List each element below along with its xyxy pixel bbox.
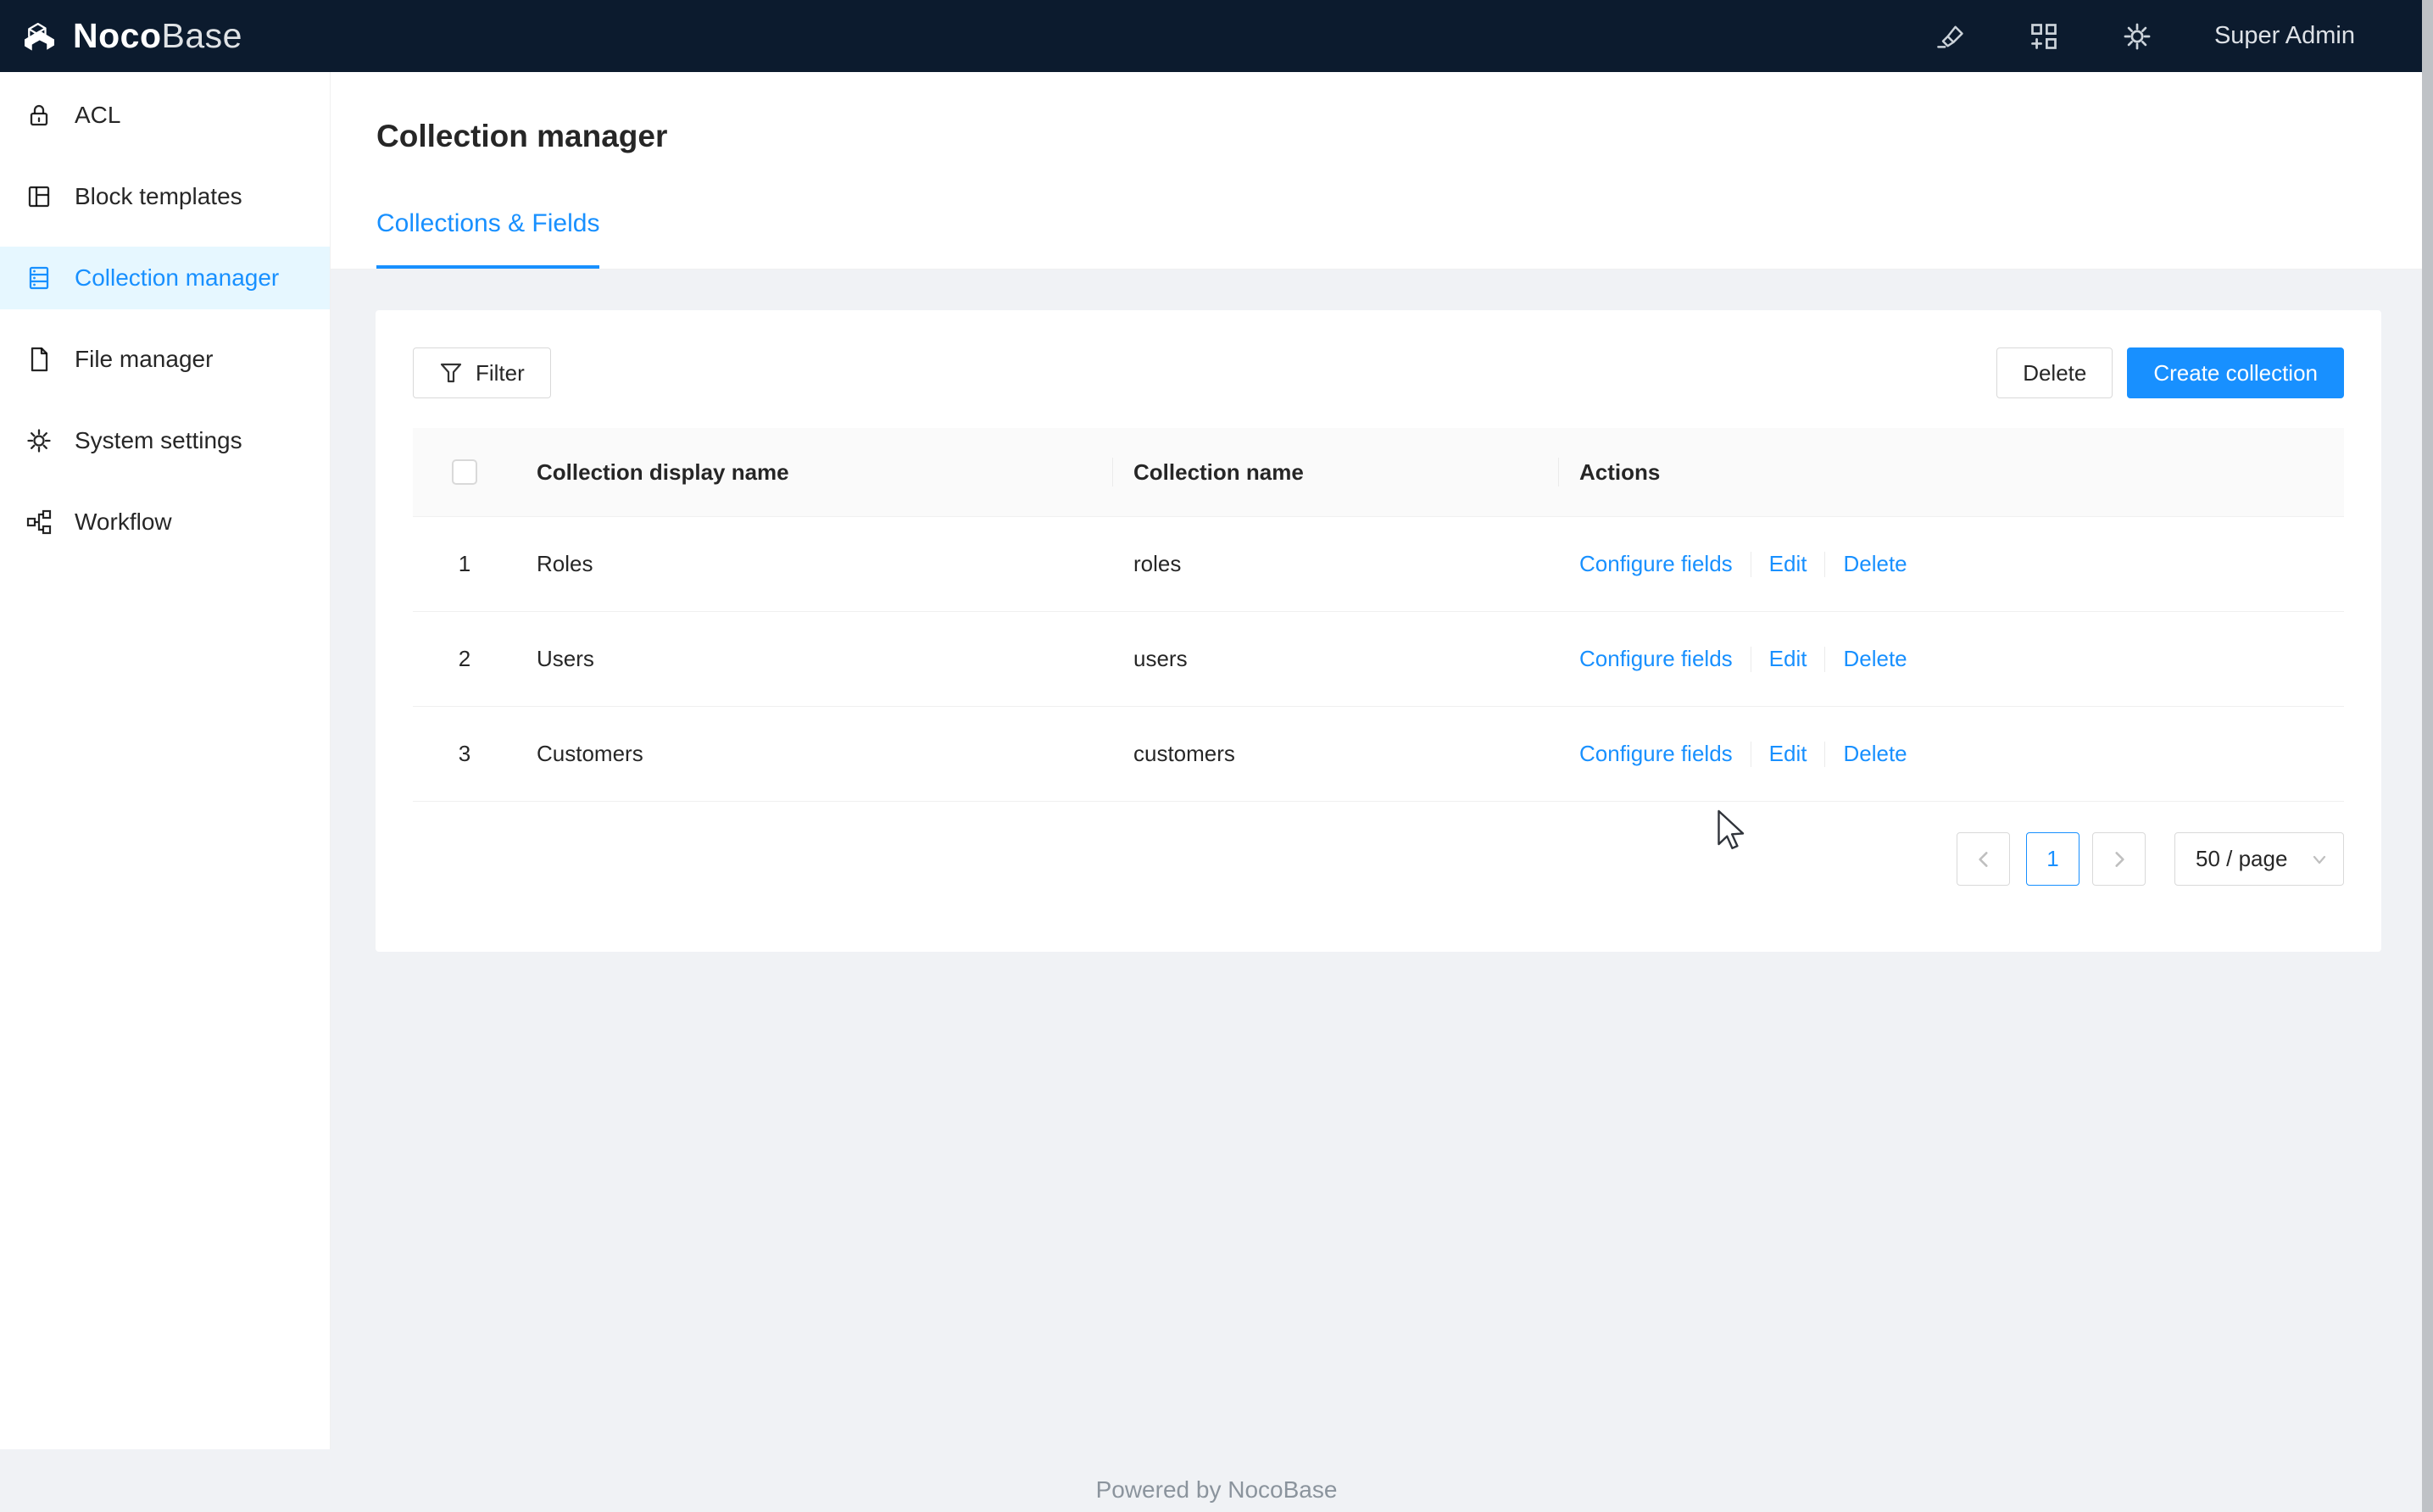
brand-name-bold: Noco — [73, 16, 162, 55]
footer-text: Powered by NocoBase — [0, 1476, 2433, 1504]
sidebar-item-label: System settings — [75, 427, 242, 454]
row-index: 2 — [413, 646, 516, 672]
workflow-icon — [25, 509, 53, 536]
create-collection-button[interactable]: Create collection — [2127, 347, 2344, 398]
pagination: 1 50 / page — [413, 832, 2344, 886]
page-header: Collection manager Collections & Fields — [331, 72, 2422, 270]
delete-button[interactable]: Delete — [1996, 347, 2113, 398]
gear-icon — [25, 427, 53, 454]
cell-collection-name: roles — [1113, 551, 1559, 577]
action-divider — [1824, 742, 1825, 767]
user-menu[interactable]: Super Admin — [2214, 22, 2355, 50]
sidebar-item-acl[interactable]: ACL — [0, 84, 330, 147]
pagination-prev-button[interactable] — [1957, 832, 2010, 886]
edit-link[interactable]: Edit — [1769, 551, 1807, 577]
cell-display-name: Customers — [516, 741, 1113, 767]
sidebar-item-label: File manager — [75, 346, 213, 373]
cell-actions: Configure fields Edit Delete — [1559, 741, 2344, 767]
select-all-cell — [413, 459, 516, 485]
sidebar-item-collection-manager[interactable]: Collection manager — [0, 247, 330, 309]
cell-display-name: Users — [516, 646, 1113, 672]
collections-table: Collection display name Collection name … — [413, 428, 2344, 802]
column-header-display-name: Collection display name — [516, 459, 1113, 486]
pagination-page-1[interactable]: 1 — [2026, 832, 2079, 886]
delete-link[interactable]: Delete — [1843, 646, 1907, 672]
table-header-row: Collection display name Collection name … — [413, 428, 2344, 517]
chevron-down-icon — [2309, 849, 2330, 870]
delete-link[interactable]: Delete — [1843, 551, 1907, 577]
page-title: Collection manager — [376, 72, 2422, 158]
configure-fields-link[interactable]: Configure fields — [1579, 551, 1733, 577]
brand-name-light: Base — [162, 16, 242, 55]
sidebar-item-file-manager[interactable]: File manager — [0, 328, 330, 391]
sidebar-item-label: Workflow — [75, 509, 172, 536]
chevron-left-icon — [1973, 848, 1995, 870]
appstore-add-icon[interactable] — [2028, 20, 2060, 53]
chevron-right-icon — [2108, 848, 2130, 870]
cell-display-name: Roles — [516, 551, 1113, 577]
sidebar-item-label: ACL — [75, 102, 120, 129]
action-divider — [1824, 552, 1825, 577]
funnel-icon — [439, 361, 463, 385]
page-size-select[interactable]: 50 / page — [2174, 832, 2344, 886]
main-content: Collection manager Collections & Fields … — [331, 72, 2422, 1512]
edit-link[interactable]: Edit — [1769, 741, 1807, 767]
table-toolbar: Filter Delete Create collection — [413, 347, 2344, 398]
cell-actions: Configure fields Edit Delete — [1559, 551, 2344, 577]
column-header-collection-name: Collection name — [1113, 459, 1559, 486]
sidebar: ACL Block templates Collection manager F… — [0, 72, 331, 1449]
pagination-next-button[interactable] — [2092, 832, 2146, 886]
action-divider — [1824, 647, 1825, 672]
configure-fields-link[interactable]: Configure fields — [1579, 646, 1733, 672]
column-divider — [1558, 458, 1559, 486]
sidebar-item-workflow[interactable]: Workflow — [0, 491, 330, 553]
sidebar-item-block-templates[interactable]: Block templates — [0, 165, 330, 228]
highlighter-icon[interactable] — [1935, 20, 1967, 53]
sidebar-item-label: Block templates — [75, 183, 242, 210]
file-icon — [25, 346, 53, 373]
delete-link[interactable]: Delete — [1843, 741, 1907, 767]
configure-fields-link[interactable]: Configure fields — [1579, 741, 1733, 767]
database-icon — [25, 264, 53, 292]
layout-icon — [25, 183, 53, 210]
filter-button[interactable]: Filter — [413, 347, 551, 398]
gear-icon[interactable] — [2121, 20, 2153, 53]
sidebar-item-system-settings[interactable]: System settings — [0, 409, 330, 472]
table-row: 2 Users users Configure fields Edit Dele… — [413, 612, 2344, 707]
nocobase-logo[interactable]: NocoBase — [19, 13, 242, 60]
cell-collection-name: customers — [1113, 741, 1559, 767]
nocobase-logo-icon — [19, 13, 66, 60]
table-row: 3 Customers customers Configure fields E… — [413, 707, 2344, 802]
cell-actions: Configure fields Edit Delete — [1559, 646, 2344, 672]
select-all-checkbox[interactable] — [452, 459, 477, 485]
sidebar-item-label: Collection manager — [75, 264, 279, 292]
row-index: 1 — [413, 551, 516, 577]
cell-collection-name: users — [1113, 646, 1559, 672]
top-bar: NocoBase Super Admin — [0, 0, 2433, 72]
lock-icon — [25, 102, 53, 129]
row-index: 3 — [413, 741, 516, 767]
tab-bar: Collections & Fields — [376, 208, 2422, 269]
column-header-actions: Actions — [1559, 459, 2344, 486]
tab-collections-fields[interactable]: Collections & Fields — [376, 208, 599, 269]
vertical-scrollbar[interactable] — [2422, 0, 2433, 1512]
edit-link[interactable]: Edit — [1769, 646, 1807, 672]
collections-table-card: Filter Delete Create collection Collecti… — [376, 310, 2381, 952]
table-row: 1 Roles roles Configure fields Edit Dele… — [413, 517, 2344, 612]
